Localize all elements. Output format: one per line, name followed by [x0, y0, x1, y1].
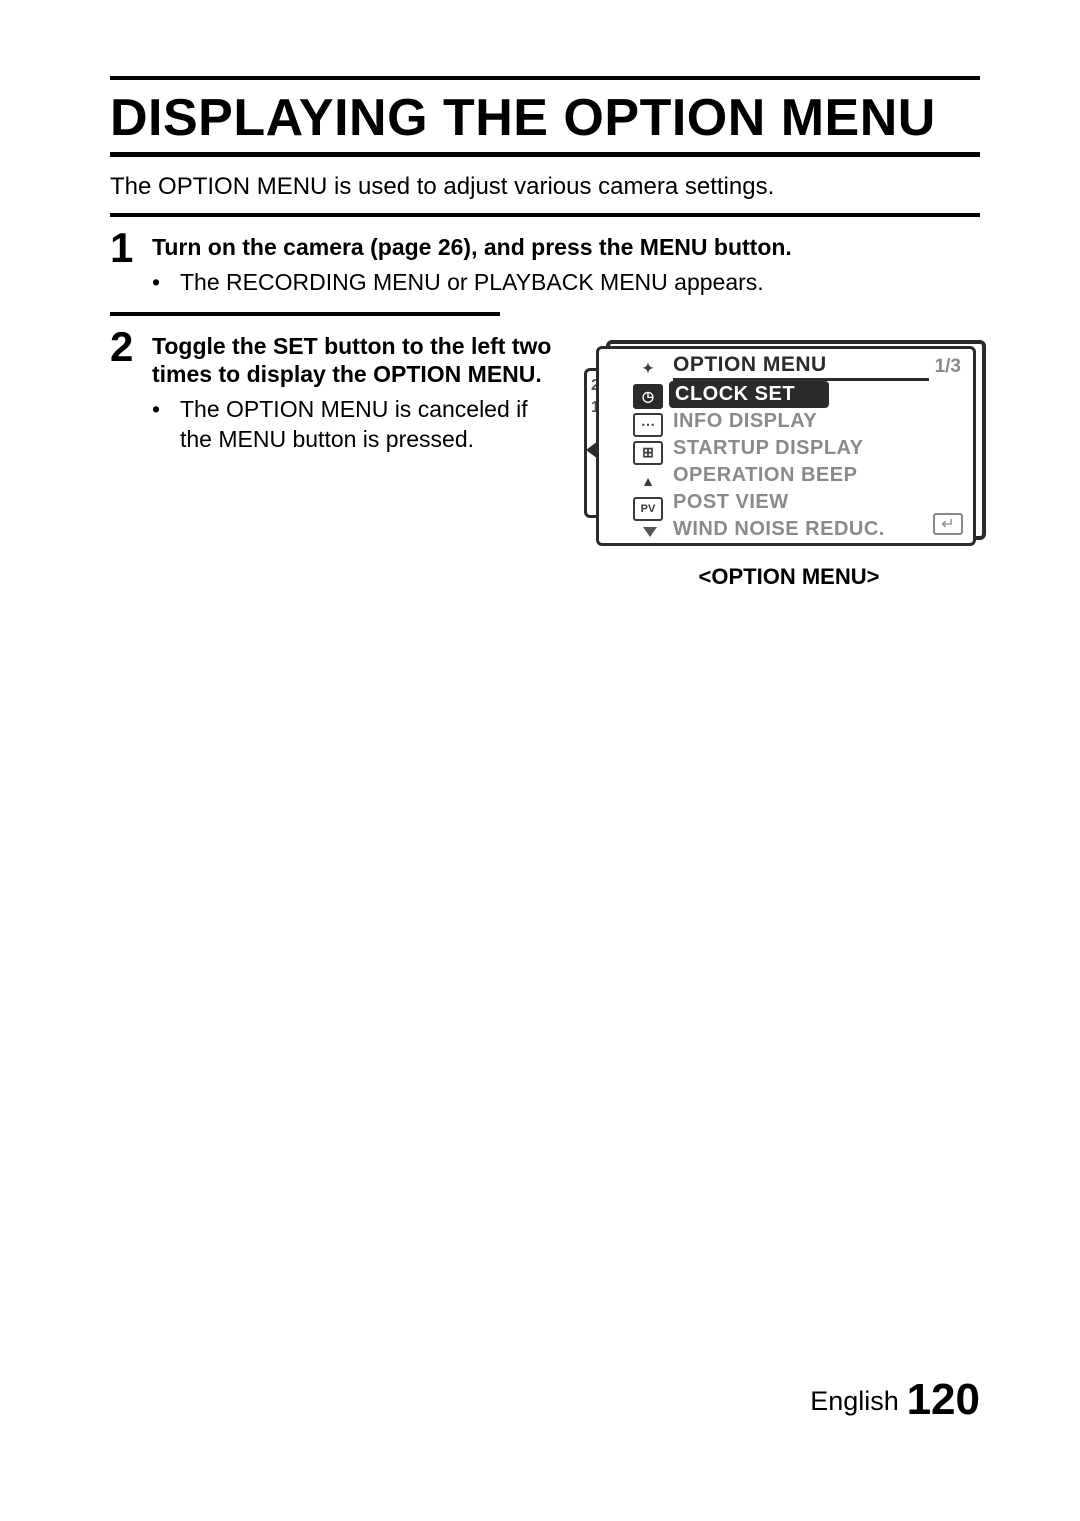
step-bullet: • The RECORDING MENU or PLAYBACK MENU ap…: [152, 268, 980, 298]
lcd-figure: 2 1 ✦ ◷ ⋯ ⊞ ▲ PV: [584, 334, 994, 554]
lcd-icon-column: ✦ ◷ ⋯ ⊞ ▲ PV: [633, 353, 667, 537]
bullet-text: The RECORDING MENU or PLAYBACK MENU appe…: [180, 268, 764, 298]
menu-item-post-view: POST VIEW: [673, 489, 967, 516]
intro-text: The OPTION MENU is used to adjust variou…: [110, 173, 980, 201]
return-icon: ↵: [933, 513, 963, 535]
beep-icon: ▲: [633, 469, 663, 493]
menu-item-wind-noise: WIND NOISE REDUC.: [673, 516, 967, 543]
step-heading: Toggle the SET button to the left two ti…: [152, 332, 562, 390]
figure-caption: <OPTION MENU>: [584, 564, 994, 590]
step-heading: Turn on the camera (page 26), and press …: [152, 233, 980, 262]
info-icon: ⋯: [633, 413, 663, 437]
bullet-dot-icon: •: [152, 268, 180, 298]
clock-icon: ◷: [633, 384, 663, 408]
footer-language: English: [810, 1386, 899, 1416]
bullet-text: The OPTION MENU is canceled if the MENU …: [180, 395, 562, 455]
step-number: 2: [110, 326, 152, 368]
startup-icon: ⊞: [633, 441, 663, 465]
step-bullet: • The OPTION MENU is canceled if the MEN…: [152, 395, 562, 455]
menu-item-info-display: INFO DISPLAY: [673, 408, 967, 435]
down-arrow-icon: [643, 527, 657, 537]
page-title: DISPLAYING THE OPTION MENU: [110, 88, 980, 148]
menu-item-startup-display: STARTUP DISPLAY: [673, 435, 967, 462]
lcd-page-indicator: 1/3: [929, 356, 967, 378]
step-1: 1 Turn on the camera (page 26), and pres…: [110, 227, 980, 298]
wrench-icon: ✦: [633, 357, 663, 381]
page-footer: English 120: [810, 1375, 980, 1425]
bullet-dot-icon: •: [152, 395, 180, 455]
menu-item-clock-set: CLOCK SET: [669, 381, 829, 408]
lcd-title: OPTION MENU: [673, 353, 929, 381]
footer-page-number: 120: [907, 1375, 980, 1424]
postview-icon: PV: [633, 497, 663, 521]
step-number: 1: [110, 227, 152, 269]
step-2: 2 Toggle the SET button to the left two …: [110, 326, 980, 590]
menu-item-operation-beep: OPERATION BEEP: [673, 462, 967, 489]
